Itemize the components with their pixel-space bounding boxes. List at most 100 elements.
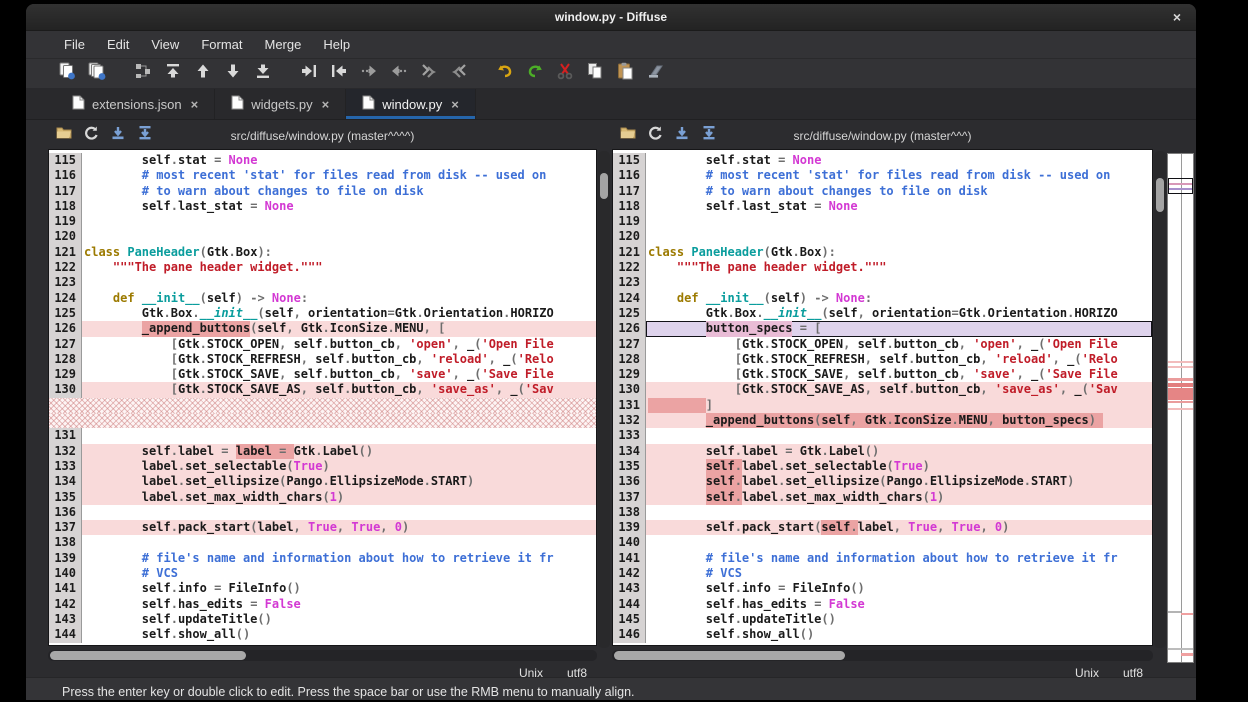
diff-overview-map[interactable]	[1167, 153, 1194, 663]
code-line[interactable]: 130 [Gtk.STOCK_SAVE_AS, self.button_cb, …	[49, 382, 596, 397]
code-line[interactable]: 134 self.label = Gtk.Label()	[613, 444, 1152, 459]
tab-close-icon[interactable]: ×	[451, 97, 459, 112]
vertical-scrollbar-left[interactable]	[598, 151, 610, 648]
copy-button[interactable]	[582, 62, 608, 86]
cut-button[interactable]	[552, 62, 578, 86]
code-line[interactable]: 127 [Gtk.STOCK_OPEN, self.button_cb, 'op…	[613, 337, 1152, 352]
save-file-button[interactable]	[670, 126, 694, 146]
reload-file-button[interactable]	[79, 126, 103, 146]
code-line[interactable]: 129 [Gtk.STOCK_SAVE, self.button_cb, 'sa…	[49, 367, 596, 382]
title-bar[interactable]: window.py - Diffuse ×	[26, 4, 1196, 31]
code-line[interactable]: 123	[613, 275, 1152, 290]
next-difference-button[interactable]	[220, 62, 246, 86]
menu-item-help[interactable]: Help	[313, 33, 360, 56]
code-line[interactable]: 135 self.label.set_selectable(True)	[613, 459, 1152, 474]
code-line[interactable]: 118 self.last_stat = None	[613, 199, 1152, 214]
code-line[interactable]: 134 label.set_ellipsize(Pango.EllipsizeM…	[49, 474, 596, 489]
tab-close-icon[interactable]: ×	[191, 97, 199, 112]
code-line[interactable]: 128 [Gtk.STOCK_REFRESH, self.button_cb, …	[613, 352, 1152, 367]
code-line[interactable]: 118 self.last_stat = None	[49, 199, 596, 214]
tab-widgets-py[interactable]: widgets.py×	[215, 89, 346, 119]
reload-file-button[interactable]	[643, 126, 667, 146]
code-line[interactable]: 132 self.label = label = Gtk.Label()	[49, 444, 596, 459]
code-line[interactable]: 121class PaneHeader(Gtk.Box):	[49, 245, 596, 260]
new-2way-file-merge-button[interactable]	[54, 62, 80, 86]
last-difference-button[interactable]	[250, 62, 276, 86]
window-close-icon[interactable]: ×	[1173, 8, 1181, 26]
code-line[interactable]: 142 # VCS	[613, 566, 1152, 581]
code-line[interactable]: 126 _append_buttons(self, Gtk.IconSize.M…	[49, 321, 596, 336]
code-line[interactable]: 141 self.info = FileInfo()	[49, 581, 596, 596]
code-line[interactable]: 144 self.has_edits = False	[613, 597, 1152, 612]
tab-close-icon[interactable]: ×	[322, 97, 330, 112]
code-line[interactable]: 128 [Gtk.STOCK_REFRESH, self.button_cb, …	[49, 352, 596, 367]
code-line[interactable]: 116 # most recent 'stat' for files read …	[613, 168, 1152, 183]
first-difference-button[interactable]	[160, 62, 186, 86]
horizontal-scrollbar[interactable]	[48, 650, 597, 661]
horizontal-scrollbar[interactable]	[612, 650, 1153, 661]
code-line[interactable]: 136 self.label.set_ellipsize(Pango.Ellip…	[613, 474, 1152, 489]
code-line[interactable]: 124 def __init__(self) -> None:	[49, 291, 596, 306]
code-line[interactable]: 135 label.set_max_width_chars(1)	[49, 490, 596, 505]
code-line[interactable]: 123	[49, 275, 596, 290]
overview-viewport-box[interactable]	[1168, 178, 1193, 194]
copy-right-into-selection-button[interactable]	[386, 62, 412, 86]
code-line[interactable]: 127 [Gtk.STOCK_OPEN, self.button_cb, 'op…	[49, 337, 596, 352]
code-line[interactable]: 120	[49, 229, 596, 244]
code-line[interactable]: 124 def __init__(self) -> None:	[613, 291, 1152, 306]
code-line[interactable]: 139 self.pack_start(self.label, True, Tr…	[613, 520, 1152, 535]
code-line[interactable]: 119	[613, 214, 1152, 229]
horizontal-scrollbar-thumb[interactable]	[50, 651, 246, 660]
code-line[interactable]: 125 Gtk.Box.__init__(self, orientation=G…	[49, 306, 596, 321]
menu-item-file[interactable]: File	[54, 33, 95, 56]
save-file-as-button[interactable]	[133, 126, 157, 146]
code-line[interactable]: 142 self.has_edits = False	[49, 597, 596, 612]
code-line[interactable]: 145 self.updateTitle()	[613, 612, 1152, 627]
code-line[interactable]: 129 [Gtk.STOCK_SAVE, self.button_cb, 'sa…	[613, 367, 1152, 382]
redo-button[interactable]	[522, 62, 548, 86]
code-line[interactable]: 115 self.stat = None	[49, 153, 596, 168]
code-line[interactable]: 140 # VCS	[49, 566, 596, 581]
menu-item-format[interactable]: Format	[191, 33, 252, 56]
code-line[interactable]: 120	[613, 229, 1152, 244]
horizontal-scrollbar-thumb[interactable]	[614, 651, 845, 660]
code-line[interactable]: 137 self.label.set_max_width_chars(1)	[613, 490, 1152, 505]
merge-from-left-then-right-button[interactable]	[416, 62, 442, 86]
code-line[interactable]: 119	[49, 214, 596, 229]
open-file-button[interactable]	[616, 126, 640, 146]
code-line[interactable]: 144 self.show_all()	[49, 627, 596, 642]
menu-item-merge[interactable]: Merge	[254, 33, 311, 56]
code-line[interactable]: 125 Gtk.Box.__init__(self, orientation=G…	[613, 306, 1152, 321]
code-line[interactable]: 133 label.set_selectable(True)	[49, 459, 596, 474]
menu-item-edit[interactable]: Edit	[97, 33, 139, 56]
clear-edits-button[interactable]	[642, 62, 668, 86]
menu-item-view[interactable]: View	[141, 33, 189, 56]
code-line[interactable]: 132 _append_buttons(self, Gtk.IconSize.M…	[613, 413, 1152, 428]
vertical-scrollbar-right[interactable]	[1154, 151, 1166, 648]
code-line[interactable]: 137 self.pack_start(label, True, True, 0…	[49, 520, 596, 535]
copy-left-into-selection-button[interactable]	[356, 62, 382, 86]
paste-button[interactable]	[612, 62, 638, 86]
save-file-as-button[interactable]	[697, 126, 721, 146]
code-line[interactable]: 126 button_specs = [	[613, 321, 1152, 336]
code-line[interactable]: 121class PaneHeader(Gtk.Box):	[613, 245, 1152, 260]
tab-extensions-json[interactable]: extensions.json×	[56, 89, 215, 119]
code-line[interactable]: 139 # file's name and information about …	[49, 551, 596, 566]
open-file-button[interactable]	[52, 126, 76, 146]
code-line[interactable]: 131	[49, 428, 596, 443]
realign-all-button[interactable]	[130, 62, 156, 86]
code-line[interactable]: 130 [Gtk.STOCK_SAVE_AS, self.button_cb, …	[613, 382, 1152, 397]
copy-selection-left-button[interactable]	[326, 62, 352, 86]
code-line[interactable]: 116 # most recent 'stat' for files read …	[49, 168, 596, 183]
vertical-scrollbar-thumb[interactable]	[600, 173, 608, 199]
code-line[interactable]: 115 self.stat = None	[613, 153, 1152, 168]
merge-from-right-then-left-button[interactable]	[446, 62, 472, 86]
undo-button[interactable]	[492, 62, 518, 86]
code-line[interactable]: 133	[613, 428, 1152, 443]
code-line[interactable]: 141 # file's name and information about …	[613, 551, 1152, 566]
previous-difference-button[interactable]	[190, 62, 216, 86]
code-line[interactable]: 131 ]	[613, 398, 1152, 413]
code-line[interactable]: 140	[613, 535, 1152, 550]
code-line[interactable]: 136	[49, 505, 596, 520]
code-line[interactable]: 146 self.show_all()	[613, 627, 1152, 642]
